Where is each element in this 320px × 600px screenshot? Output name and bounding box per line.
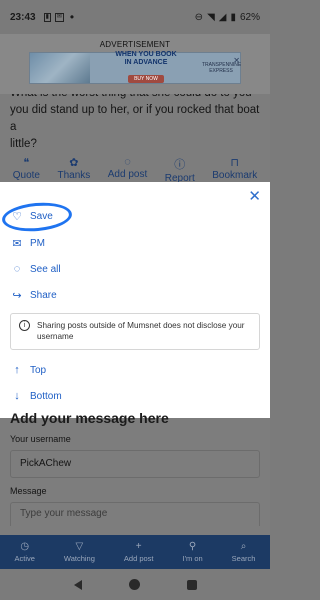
ad-headline-2: IN ADVANCE [124,59,168,66]
nav-add-post[interactable]: + Add post [124,541,154,563]
add-post-label: Add post [107,169,148,180]
signal-icon: ◢ [218,11,227,23]
train-image [30,53,90,83]
mail-icon: ✉ [54,12,64,22]
thanks-label: Thanks [57,170,91,181]
ad-headline-1: WHEN YOU BOOK [115,51,177,58]
share-note-text: Sharing posts outside of Mumsnet does no… [37,321,245,341]
chat-icon: ◌ [13,263,21,275]
plus-icon: + [135,541,142,552]
share-icon: ↪ [12,290,22,302]
username-label: Your username [10,434,71,444]
battery-percent: 62% [239,11,260,23]
bookmark-button[interactable]: ⊓ Bookmark [212,156,257,184]
bottom-label: Bottom [30,390,62,402]
post-line-2: you did stand up to her, or if you rocke… [10,104,260,133]
pm-button[interactable]: ✉ PM [10,237,45,250]
top-label: Top [30,364,47,376]
back-icon[interactable] [73,579,82,590]
mail-icon: ✉ [12,238,22,250]
report-button[interactable]: ⓘ Report [165,156,195,184]
message-label: Message [10,486,47,496]
info-icon: i [19,320,30,331]
ad-brand-2: EXPRESS [209,68,233,74]
share-button[interactable]: ↪ Share [10,289,57,302]
clock-icon: ◷ [20,541,30,552]
battery-icon: ▮ [230,11,236,23]
form-heading: Add your message here [10,410,169,426]
save-button[interactable]: ♡ Save [10,210,53,223]
ad-close-icon[interactable]: ✕ [233,56,240,65]
nav-search[interactable]: ⌕ Search [232,541,256,563]
nav-im-on[interactable]: ⚲ I'm on [182,541,202,563]
save-label: Save [30,211,53,222]
arrow-down-icon: ↓ [14,390,20,402]
quote-button[interactable]: ❝ Quote [13,156,40,184]
share-privacy-note: i Sharing posts outside of Mumsnet does … [10,313,260,350]
bottom-button[interactable]: ↓ Bottom [10,390,62,402]
pin-icon: ⚲ [188,541,197,552]
post-line-3: little? [10,138,37,150]
ad-banner[interactable]: WHEN YOU BOOK IN ADVANCE BUY NOW TRANSPE… [29,51,241,84]
thanks-icon: ✿ [69,157,79,169]
bottom-nav: ◷ Active ▽ Watching + Add post ⚲ I'm on … [0,535,270,569]
share-label: Share [30,290,57,301]
report-icon: ⓘ [174,159,186,171]
post-body: What is the worst thing that she could d… [0,94,270,153]
post-line-1: What is the worst thing that she could d… [10,94,252,102]
nav-active[interactable]: ◷ Active [14,541,34,563]
see-all-label: See all [30,263,61,275]
nav-add-post-label: Add post [123,554,154,563]
nav-active-label: Active [14,554,35,563]
top-button[interactable]: ↑ Top [10,364,46,376]
home-icon[interactable] [128,579,140,590]
advertisement: ADVERTISEMENT WHEN YOU BOOK IN ADVANCE B… [0,34,270,94]
nav-search-label: Search [231,554,256,563]
reply-form: Add your message here Your username Pick… [0,410,270,536]
nav-watching[interactable]: ▽ Watching [64,541,95,563]
status-bar: 23:43 ▮ ✉ • ⊖ ◥ ◢ ▮ 62% [0,0,270,34]
heart-icon: ♡ [12,211,22,223]
post-options-sheet: ✕ ♡ Save ✉ PM ◌ See all ↪ Share i Sharin… [0,182,270,418]
thanks-button[interactable]: ✿ Thanks [57,156,90,184]
recent-apps-icon[interactable] [186,579,197,590]
message-icon: ▮ [43,12,51,22]
username-field[interactable]: PickAChew [10,450,260,478]
advertisement-label: ADVERTISEMENT [99,40,171,49]
post-actions: ❝ Quote ✿ Thanks ◌ Add post ⓘ Report ⊓ B… [0,156,270,184]
quote-icon: ❝ [23,157,30,169]
wifi-icon: ◥ [207,11,215,23]
ad-buy-now-button[interactable]: BUY NOW [128,75,164,83]
nav-im-on-label: I'm on [182,554,203,563]
add-post-button[interactable]: ◌ Add post [108,156,147,184]
quote-label: Quote [12,170,40,181]
message-input[interactable]: Type your message [10,502,260,526]
nav-watching-label: Watching [63,554,95,563]
filter-icon: ▽ [75,541,84,552]
search-icon: ⌕ [240,541,247,552]
arrow-up-icon: ↑ [14,364,20,376]
see-all-button[interactable]: ◌ See all [10,263,61,275]
pm-label: PM [30,238,45,249]
dnd-icon: ⊖ [194,11,204,23]
bookmark-icon: ⊓ [230,157,240,169]
add-post-icon: ◌ [124,156,131,168]
notification-icon: • [69,10,75,24]
system-nav [0,569,270,600]
bookmark-label: Bookmark [212,170,258,181]
close-icon[interactable]: ✕ [248,189,261,204]
clock-time: 23:43 [10,11,36,23]
